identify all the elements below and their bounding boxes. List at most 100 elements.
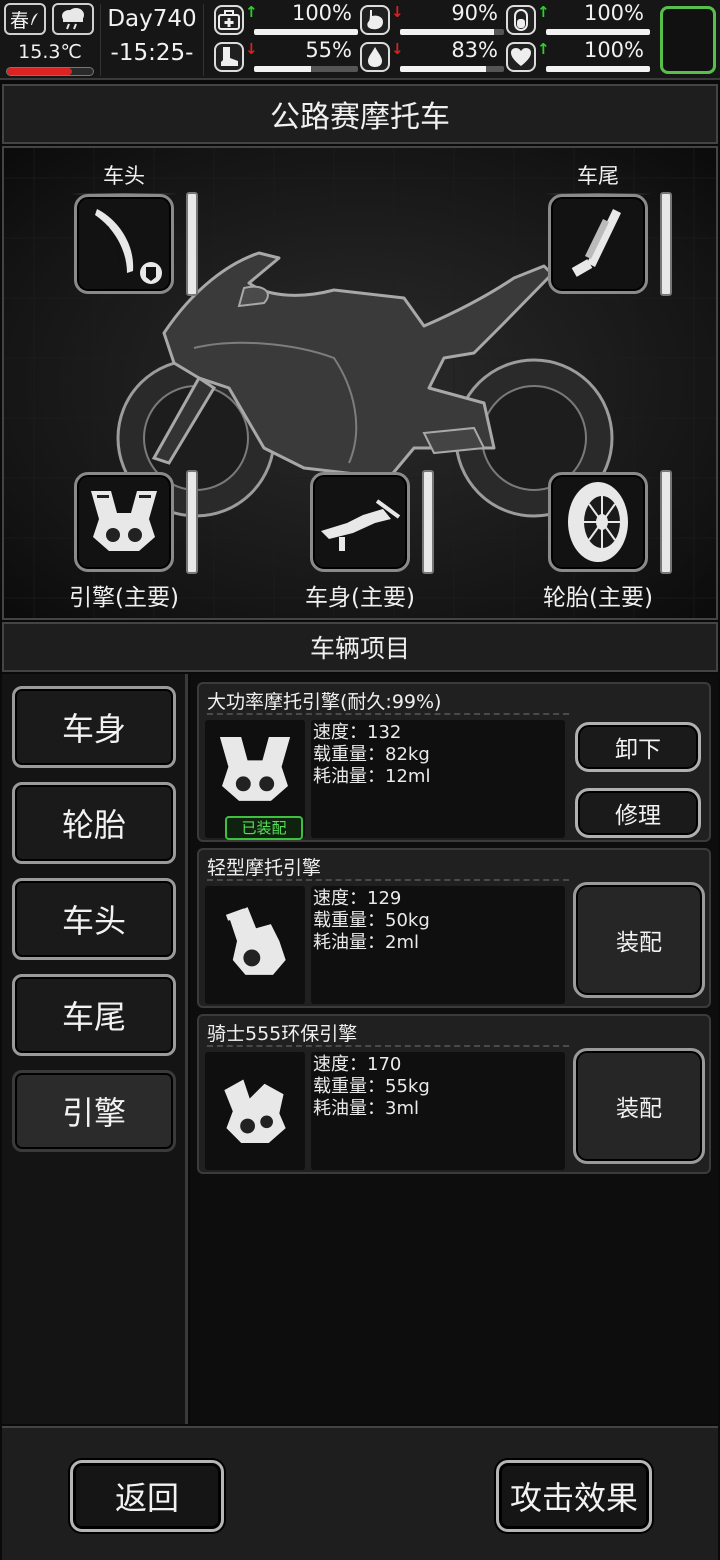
slot-label-head: 车头 — [70, 160, 178, 195]
category-engine[interactable]: 引擎 — [12, 1070, 176, 1152]
exhaust-pipe-icon — [571, 209, 621, 277]
stat-speed: 速度：132 — [313, 722, 402, 743]
trend-up-icon: ↑ — [537, 40, 550, 58]
repair-button[interactable]: 修理 — [575, 788, 701, 838]
feather-icon — [31, 13, 38, 25]
stat-fuel: 耗油量：2ml — [313, 932, 419, 953]
eco-engine-icon — [205, 1052, 305, 1170]
stat-bar — [546, 29, 650, 35]
stat-bar — [400, 66, 504, 72]
engine-icon — [91, 491, 157, 551]
stat-health: ↑ 100% — [214, 1, 358, 37]
stat-load: 载重量：55kg — [313, 1076, 430, 1097]
fairing-icon — [95, 209, 162, 284]
heart-icon — [506, 42, 536, 72]
category-head[interactable]: 车头 — [12, 878, 176, 960]
clock-time: -15:25- — [110, 40, 194, 66]
items-header: 车辆项目 — [2, 622, 718, 672]
slot-body-durability — [422, 470, 434, 574]
stat-bar — [254, 29, 358, 35]
stat-thirst: ↓ 83% — [360, 38, 504, 74]
slot-label-engine: 引擎(主要) — [69, 585, 179, 611]
stat-hunger: ↓ 90% — [360, 1, 504, 37]
vehicle-diagram: 车头 车尾 引擎(主要) 车身(主要) 轮胎(主要) — [2, 146, 718, 620]
category-tire[interactable]: 轮胎 — [12, 782, 176, 864]
stat-value: 100% — [583, 1, 644, 25]
slot-engine[interactable] — [74, 472, 174, 572]
stat-stamina: ↑ 100% — [506, 1, 650, 37]
stat-speed: 速度：129 — [313, 888, 402, 909]
trend-up-icon: ↑ — [245, 3, 258, 21]
stat-speed: 速度：170 — [313, 1054, 402, 1075]
light-engine-icon — [205, 886, 305, 1004]
bottom-bar: 返回 攻击效果 — [2, 1426, 718, 1560]
category-list: 车身 轮胎 车头 车尾 引擎 — [2, 674, 188, 1424]
equip-button[interactable]: 装配 — [573, 882, 705, 998]
status-bar: 春 15.3℃ Day740 -15:25- ↑ 100% ↓ 90% ↑ 10… — [0, 0, 720, 80]
stat-value: 83% — [451, 38, 498, 62]
item-stats: 速度：129 载重量：50kg 耗油量：2ml — [311, 886, 565, 1004]
slot-head-durability — [186, 192, 198, 296]
tire-icon — [568, 482, 628, 562]
equip-button[interactable]: 装配 — [573, 1048, 705, 1164]
character-portrait[interactable] — [660, 6, 716, 74]
temperature-bar — [6, 67, 94, 76]
stat-value: 90% — [451, 1, 498, 25]
medkit-icon — [214, 5, 244, 35]
stat-value: 100% — [583, 38, 644, 62]
slot-tail[interactable] — [548, 194, 648, 294]
stat-bar — [400, 29, 504, 35]
season-badge: 春 — [4, 3, 46, 35]
weather-panel: 春 15.3℃ — [4, 3, 96, 77]
attack-effect-button[interactable]: 攻击效果 — [496, 1460, 652, 1532]
trend-down-icon: ↓ — [245, 40, 258, 58]
slot-head[interactable] — [74, 194, 174, 294]
trend-down-icon: ↓ — [391, 40, 404, 58]
page-title: 公路赛摩托车 — [2, 84, 718, 144]
slot-tire-durability — [660, 470, 672, 574]
back-button[interactable]: 返回 — [70, 1460, 224, 1532]
item-stats: 速度：170 载重量：55kg 耗油量：3ml — [311, 1052, 565, 1170]
stat-mood: ↑ 100% — [506, 38, 650, 74]
list-item: 大功率摩托引擎(耐久:99%) 已装配 速度：132 载重量：82kg 耗油量：… — [197, 682, 711, 842]
trend-up-icon: ↑ — [537, 3, 550, 21]
stat-fuel: 耗油量：3ml — [313, 1098, 419, 1119]
frame-icon — [321, 499, 401, 551]
day-clock: Day740 -15:25- — [100, 4, 204, 76]
stat-fatigue: ↓ 55% — [214, 38, 358, 74]
stomach-icon — [360, 5, 390, 35]
item-list: 大功率摩托引擎(耐久:99%) 已装配 速度：132 载重量：82kg 耗油量：… — [191, 674, 718, 1424]
list-item: 骑士555环保引擎 速度：170 载重量：55kg 耗油量：3ml 装配 — [197, 1014, 711, 1174]
cloud-rain-icon — [52, 3, 94, 35]
stat-load: 载重量：82kg — [313, 744, 430, 765]
item-name: 轻型摩托引擎 — [207, 857, 322, 879]
item-stats: 速度：132 载重量：82kg 耗油量：12ml — [311, 720, 565, 838]
stat-fuel: 耗油量：12ml — [313, 766, 431, 787]
slot-label-tire: 轮胎(主要) — [543, 585, 653, 611]
list-item: 轻型摩托引擎 速度：129 载重量：50kg 耗油量：2ml 装配 — [197, 848, 711, 1008]
temperature-readout: 15.3℃ — [18, 41, 82, 63]
equipped-badge: 已装配 — [225, 816, 303, 840]
day-counter: Day740 — [107, 6, 197, 32]
stat-load: 载重量：50kg — [313, 910, 430, 931]
stat-bar — [254, 66, 358, 72]
stat-value: 55% — [305, 38, 352, 62]
category-body[interactable]: 车身 — [12, 686, 176, 768]
trend-down-icon: ↓ — [391, 3, 404, 21]
slot-tire[interactable] — [548, 472, 648, 572]
slot-label-tail: 车尾 — [544, 160, 652, 195]
boot-icon — [214, 42, 244, 72]
water-drop-icon — [360, 42, 390, 72]
item-name: 大功率摩托引擎(耐久:99%) — [207, 691, 442, 713]
season-label: 春 — [9, 9, 29, 32]
stat-value: 100% — [291, 1, 352, 25]
item-name: 骑士555环保引擎 — [207, 1023, 358, 1045]
slot-engine-durability — [186, 470, 198, 574]
slot-tail-durability — [660, 192, 672, 296]
slot-label-body: 车身(主要) — [305, 585, 415, 611]
unequip-button[interactable]: 卸下 — [575, 722, 701, 772]
category-tail[interactable]: 车尾 — [12, 974, 176, 1056]
stat-bar — [546, 66, 650, 72]
slot-body[interactable] — [310, 472, 410, 572]
stamina-icon — [506, 5, 536, 35]
